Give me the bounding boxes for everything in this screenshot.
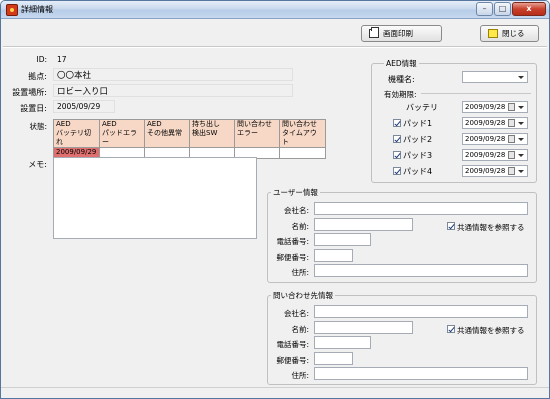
print-screen-button[interactable]: 画面印刷 — [361, 25, 442, 42]
user-info-title: ユーザー情報 — [271, 187, 320, 198]
aed-row-date-picker[interactable]: 2009/09/28 — [462, 117, 528, 129]
contact-company-label: 会社名: — [283, 309, 309, 318]
aed-info-title: AED情報 — [384, 58, 419, 69]
status-header-inquiry-error: 問い合わせ エラー — [234, 119, 280, 148]
status-header-row: AED バッテリ切れ AED パッドエラー AED その他異常 持ち出し 検出SW 問い… — [53, 119, 326, 148]
site-field: 〇〇本社 — [53, 68, 293, 81]
toolbar-divider — [3, 46, 547, 48]
aed-row-label: パッド3 — [403, 151, 433, 160]
chevron-down-icon — [515, 119, 526, 128]
print-screen-label: 画面印刷 — [383, 29, 413, 38]
user-address-label: 住所: — [291, 268, 309, 277]
calendar-icon — [508, 103, 515, 111]
contact-shared-label: 共通情報を参照する — [457, 326, 525, 335]
aed-row-checkbox[interactable] — [393, 151, 401, 159]
location-label: 設置場所: — [12, 88, 47, 97]
memo-label: メモ: — [28, 160, 47, 169]
aed-row-date-picker[interactable]: 2009/09/28 — [462, 149, 528, 161]
aed-row-date: 2009/09/28 — [465, 151, 506, 159]
aed-row-date: 2009/09/28 — [465, 167, 506, 175]
aed-row-checkbox[interactable] — [393, 167, 401, 175]
user-company-label: 会社名: — [283, 206, 309, 215]
aed-row-date-picker[interactable]: 2009/09/28 — [462, 133, 528, 145]
user-company-input[interactable] — [314, 202, 528, 215]
id-value: 17 — [57, 55, 67, 64]
expiry-label: 有効期限: — [384, 90, 417, 99]
calendar-icon — [508, 119, 515, 127]
id-label: ID: — [36, 55, 47, 64]
chevron-down-icon — [515, 151, 526, 160]
close-label: 閉じる — [502, 29, 525, 38]
user-address-input[interactable] — [314, 264, 528, 277]
location-value: ロビー入り口 — [57, 87, 109, 97]
window-title: 詳細情報 — [21, 5, 53, 14]
site-value: 〇〇本社 — [57, 71, 92, 81]
site-label: 拠点: — [28, 72, 47, 81]
contact-name-label: 名前: — [291, 325, 309, 334]
aed-row-date: 2009/09/28 — [465, 119, 506, 127]
status-header-other: AED その他異常 — [144, 119, 190, 148]
user-shared-checkbox[interactable] — [447, 222, 455, 230]
status-bar — [1, 387, 549, 398]
contact-postal-input[interactable] — [314, 352, 353, 365]
model-label: 機種名: — [388, 75, 415, 84]
status-header-inquiry-timeout: 問い合わせ タイムアウト — [279, 119, 326, 148]
aed-row-label: パッド2 — [403, 135, 433, 144]
contact-name-input[interactable] — [314, 321, 413, 334]
title-bar[interactable]: 詳細情報 – □ x — [1, 1, 549, 19]
status-label: 状態: — [29, 122, 47, 131]
user-name-input[interactable] — [314, 218, 413, 231]
install-date-value: 2005/09/29 — [57, 102, 101, 111]
calendar-icon — [508, 135, 515, 143]
aed-row-date: 2009/09/28 — [465, 103, 506, 111]
aed-row-date: 2009/09/28 — [465, 135, 506, 143]
contact-address-input[interactable] — [314, 367, 528, 380]
close-note-icon — [488, 29, 498, 38]
contact-postal-label: 郵便番号: — [276, 356, 309, 365]
minimize-button[interactable]: – — [476, 2, 493, 16]
calendar-icon — [508, 167, 515, 175]
aed-row-checkbox[interactable] — [393, 135, 401, 143]
contact-address-label: 住所: — [291, 371, 309, 380]
install-date-label: 設置日: — [20, 104, 47, 113]
status-header-pad-error: AED パッドエラー — [99, 119, 145, 148]
calendar-icon — [508, 151, 515, 159]
contact-phone-label: 電話番号: — [276, 340, 309, 349]
aed-row-date-picker[interactable]: 2009/09/28 — [462, 165, 528, 177]
user-postal-input[interactable] — [314, 249, 353, 262]
expiry-divider — [421, 93, 531, 94]
status-header-takeout-switch: 持ち出し 検出SW — [189, 119, 235, 148]
status-table: AED バッテリ切れ AED パッドエラー AED その他異常 持ち出し 検出SW 問い… — [53, 119, 326, 159]
contact-company-input[interactable] — [314, 305, 528, 318]
printer-icon — [369, 27, 379, 38]
chevron-down-icon — [515, 103, 526, 112]
model-select[interactable] — [462, 71, 528, 83]
aed-row-label: パッド1 — [403, 119, 433, 128]
aed-row-checkbox[interactable] — [393, 119, 401, 127]
detail-window: 詳細情報 – □ x 画面印刷 閉じる ID: 17 拠点: 〇〇本社 設置場所… — [0, 0, 550, 399]
chevron-down-icon — [515, 73, 526, 82]
aed-row-date-picker[interactable]: 2009/09/28 — [462, 101, 528, 113]
install-date-field: 2005/09/29 — [53, 100, 115, 113]
user-phone-label: 電話番号: — [276, 237, 309, 246]
contact-phone-input[interactable] — [314, 336, 371, 349]
contact-info-title: 問い合わせ先情報 — [271, 290, 335, 301]
chevron-down-icon — [515, 167, 526, 176]
user-name-label: 名前: — [291, 222, 309, 231]
aed-row-label: パッド4 — [403, 167, 433, 176]
window-close-button[interactable]: x — [512, 2, 546, 16]
status-value-inquiry-timeout — [279, 147, 326, 159]
status-header-battery: AED バッテリ切れ — [53, 119, 100, 148]
user-shared-label: 共通情報を参照する — [457, 223, 525, 232]
memo-textarea[interactable] — [53, 157, 257, 239]
app-icon — [6, 4, 18, 16]
contact-shared-checkbox[interactable] — [447, 325, 455, 333]
close-button[interactable]: 閉じる — [480, 25, 539, 42]
maximize-button[interactable]: □ — [494, 2, 511, 16]
location-field: ロビー入り口 — [53, 84, 293, 97]
user-phone-input[interactable] — [314, 233, 371, 246]
aed-row-label: バッテリ — [406, 103, 438, 112]
chevron-down-icon — [515, 135, 526, 144]
user-postal-label: 郵便番号: — [276, 253, 309, 262]
